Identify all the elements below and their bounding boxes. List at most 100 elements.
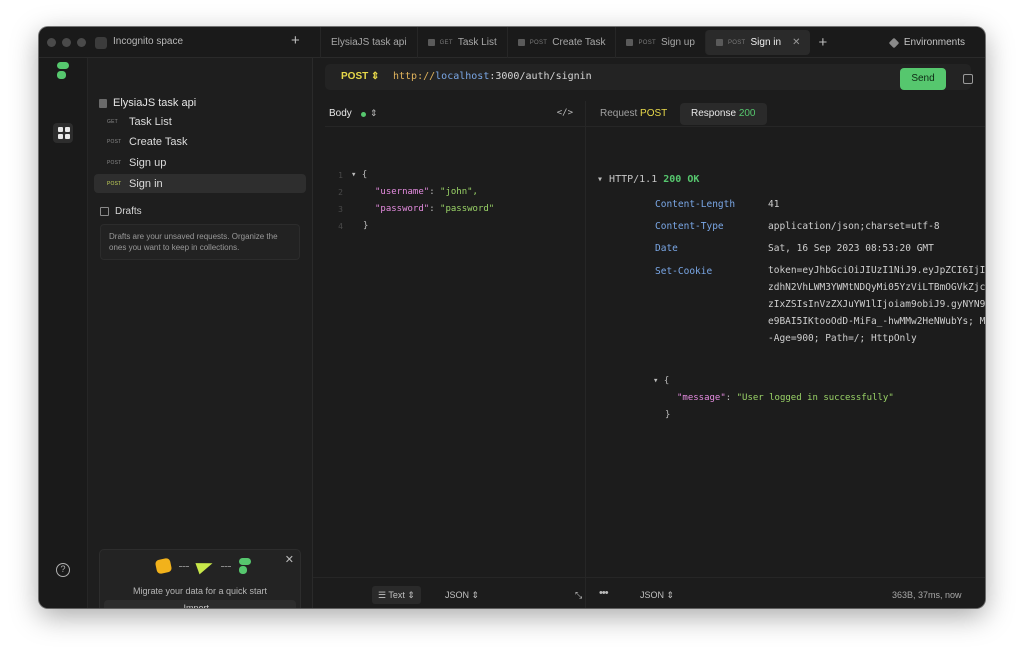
request-method: GET — [107, 118, 118, 125]
sidebar-item-sign-up[interactable]: POST Sign up — [94, 153, 306, 172]
header-name: Set-Cookie — [655, 266, 713, 277]
minimize-window-button[interactable] — [62, 38, 71, 47]
request-method: POST — [107, 138, 122, 145]
send-button[interactable]: Send — [900, 68, 946, 90]
url-input[interactable]: http://localhost:3000/auth/signin — [393, 71, 592, 82]
tab-sign-up[interactable]: POST Sign up — [615, 27, 704, 58]
collection-title[interactable]: ElysiaJS task api — [99, 97, 196, 109]
app-window: Incognito space + ElysiaJS task api GET … — [39, 27, 985, 608]
sidebar-item-task-list[interactable]: GET Task List — [94, 112, 306, 131]
request-icon — [626, 39, 634, 46]
more-icon[interactable]: ••• — [599, 587, 609, 599]
space-icon — [95, 37, 107, 49]
close-tab-icon[interactable]: ✕ — [792, 37, 800, 48]
response-status[interactable]: ▾ HTTP/1.1 200 OK — [597, 174, 699, 185]
request-json-select[interactable]: JSON ⇕ — [439, 586, 485, 604]
space-label[interactable]: Incognito space — [113, 36, 183, 47]
sidebar: ElysiaJS task api GET Task List POST Cre… — [88, 58, 313, 608]
request-label: Sign up — [129, 156, 167, 169]
header-name: Date — [655, 243, 678, 254]
method-label: POST — [341, 71, 369, 82]
tab-request-label: Request — [600, 108, 638, 119]
code-icon[interactable]: </> — [557, 108, 573, 118]
environments-label: Environments — [903, 37, 965, 48]
header-value: token=eyJhbGciOiJIUzI1NiJ9.eyJpZCI6IjI3M… — [768, 265, 985, 344]
url-path: :3000/auth/signin — [489, 71, 592, 82]
request-label: Create Task — [129, 135, 188, 148]
request-body-header: Body ⇕ </> — [325, 101, 585, 127]
collection-icon — [99, 98, 107, 108]
json-key: "message" — [677, 393, 726, 403]
json-key: "username" — [375, 187, 430, 197]
code-line: "password": "password" — [375, 204, 495, 214]
url-scheme: http:// — [393, 71, 436, 82]
request-icon — [715, 39, 723, 46]
collection-title-label: ElysiaJS task api — [113, 97, 197, 109]
wand-icon[interactable]: ⤡ — [569, 586, 588, 604]
drafts-icon — [100, 207, 109, 216]
collapse-icon[interactable]: ▾ — [653, 376, 664, 386]
paper-plane-icon — [195, 557, 215, 575]
icon-rail: ? — [39, 58, 88, 608]
zoom-window-button[interactable] — [77, 38, 86, 47]
tab-strip: ElysiaJS task api GET Task List POST Cre… — [320, 27, 835, 58]
tab-method: POST — [529, 39, 548, 46]
response-header: Request POST Response 200 — [585, 101, 985, 127]
new-request-plus-icon[interactable]: + — [291, 33, 300, 48]
help-icon[interactable]: ? — [56, 563, 70, 577]
header-value: Sat, 16 Sep 2023 08:53:20 GMT — [768, 243, 934, 254]
tab-request-method: POST — [640, 108, 668, 119]
app-logo-icon — [57, 62, 69, 79]
tab-task-list[interactable]: GET Task List — [416, 27, 507, 58]
url-host: localhost — [435, 71, 490, 82]
tab-request[interactable]: Request POST — [600, 108, 667, 119]
new-tab-plus-icon[interactable]: + — [810, 27, 835, 58]
format-select[interactable]: ☰ Text ⇕ — [372, 586, 421, 604]
cube-icon — [888, 37, 900, 48]
tab-collection[interactable]: ElysiaJS task api — [320, 27, 417, 58]
chevron-updown-icon: ⇕ — [370, 108, 378, 118]
import-button[interactable]: Import... — [104, 600, 296, 608]
drafts-section[interactable]: Drafts — [100, 206, 142, 217]
postman-logo-icon — [154, 557, 173, 575]
migrate-text: Migrate your data for a quick start — [132, 586, 268, 596]
json-value: "john", — [440, 187, 478, 197]
header-name: Content-Type — [655, 221, 724, 232]
request-label: Task List — [129, 115, 172, 128]
header-value: application/json;charset=utf-8 — [768, 221, 940, 232]
method-select[interactable]: POST ⇕ — [341, 71, 379, 82]
response-json-select[interactable]: JSON ⇕ — [634, 586, 680, 604]
header-name: Content-Length — [655, 199, 736, 210]
body-select[interactable]: Body — [329, 108, 352, 119]
layout-icon[interactable] — [963, 74, 973, 84]
environments-button[interactable]: Environments — [888, 37, 965, 48]
tab-response[interactable]: Response 200 — [680, 103, 767, 125]
tab-label: Create Task — [552, 37, 606, 48]
tab-method: GET — [439, 39, 453, 46]
url-bar: POST ⇕ http://localhost:3000/auth/signin… — [325, 64, 973, 90]
app-logo-icon — [239, 558, 251, 574]
collapse-icon: ▾ — [597, 174, 610, 185]
tab-label: Sign in — [750, 37, 782, 48]
tab-create-task[interactable]: POST Create Task — [506, 27, 616, 58]
collections-grid-icon[interactable] — [53, 123, 73, 143]
format-label: Text — [388, 590, 405, 600]
drafts-note: Drafts are your unsaved requests. Organi… — [100, 224, 300, 260]
collapse-icon[interactable]: ▾ — [351, 170, 362, 180]
tab-sign-in[interactable]: POST Sign in ✕ — [704, 30, 811, 55]
tab-label: ElysiaJS task api — [331, 37, 407, 48]
code-brace: { — [361, 170, 368, 180]
json-key: "password" — [375, 204, 430, 214]
pane-divider[interactable] — [585, 101, 586, 608]
sidebar-item-create-task[interactable]: POST Create Task — [94, 132, 306, 151]
close-window-button[interactable] — [47, 38, 56, 47]
footer-bar: ☰ Text ⇕ JSON ⇕ ⤡ ••• JSON ⇕ 363B, 37ms,… — [313, 577, 985, 608]
title-bar: Incognito space + ElysiaJS task api GET … — [39, 27, 985, 58]
sidebar-item-sign-in[interactable]: POST Sign in — [94, 174, 306, 193]
json-value: "password" — [440, 204, 495, 214]
tab-response-code: 200 — [738, 108, 756, 119]
code-line: ▾ { — [653, 376, 670, 386]
tab-response-label: Response — [691, 108, 737, 119]
tab-label: Task List — [457, 37, 497, 48]
close-icon[interactable]: ✕ — [285, 553, 294, 566]
